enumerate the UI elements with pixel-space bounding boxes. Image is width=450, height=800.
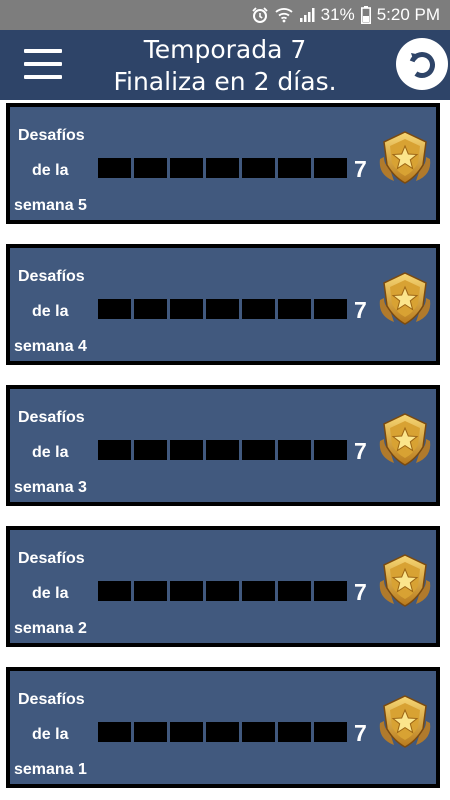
challenge-count: 7 <box>354 156 367 182</box>
progress-segment <box>314 581 347 601</box>
refresh-icon <box>409 52 435 78</box>
page-title: Temporada 7 Finaliza en 2 días. <box>90 34 360 98</box>
card-title-line1: Desafíos <box>18 691 85 708</box>
card-title-line2: de la <box>32 303 69 320</box>
progress-segment <box>134 581 167 601</box>
progress-segment <box>314 440 347 460</box>
progress-segment <box>98 440 131 460</box>
battle-star-badge-icon <box>376 693 434 751</box>
card-title-line2: de la <box>32 444 69 461</box>
progress-segment <box>134 722 167 742</box>
progress-segment <box>170 722 203 742</box>
card-title-line1: Desafíos <box>18 550 85 567</box>
card-title-line3: semana 2 <box>14 620 87 637</box>
progress-segment <box>242 299 275 319</box>
alarm-icon <box>251 6 269 24</box>
battle-star-badge-icon <box>376 411 434 469</box>
progress-segment <box>242 440 275 460</box>
battery-percent: 31% <box>320 5 355 24</box>
card-title-line1: Desafíos <box>18 127 85 144</box>
challenge-count: 7 <box>354 438 367 464</box>
progress-segment <box>206 722 239 742</box>
card-title-line2: de la <box>32 585 69 602</box>
progress-segment <box>98 299 131 319</box>
progress-segment <box>278 299 311 319</box>
progress-segment <box>242 158 275 178</box>
progress-segment <box>98 722 131 742</box>
progress-segment <box>134 299 167 319</box>
progress-bar <box>98 299 347 319</box>
progress-segment <box>314 299 347 319</box>
status-bar: 31% 5:20 PM <box>0 0 450 30</box>
progress-bar <box>98 158 347 178</box>
progress-segment <box>206 158 239 178</box>
challenge-count: 7 <box>354 720 367 746</box>
progress-segment <box>278 722 311 742</box>
progress-bar <box>98 581 347 601</box>
progress-segment <box>278 440 311 460</box>
season-remaining: Finaliza en 2 días. <box>113 67 337 96</box>
battle-star-badge-icon <box>376 552 434 610</box>
progress-segment <box>242 722 275 742</box>
battle-star-badge-icon <box>376 129 434 187</box>
card-title-line3: semana 5 <box>14 197 87 214</box>
progress-segment <box>278 158 311 178</box>
card-title-line1: Desafíos <box>18 409 85 426</box>
progress-bar <box>98 440 347 460</box>
signal-icon <box>299 7 315 23</box>
progress-segment <box>134 440 167 460</box>
progress-segment <box>206 440 239 460</box>
week-challenge-card[interactable]: Desafíos de la semana 2 7 <box>6 526 440 647</box>
card-title-line3: semana 4 <box>14 338 87 355</box>
battle-star-badge-icon <box>376 270 434 328</box>
progress-segment <box>134 158 167 178</box>
progress-segment <box>170 440 203 460</box>
progress-bar <box>98 722 347 742</box>
progress-segment <box>314 722 347 742</box>
progress-segment <box>206 581 239 601</box>
card-title-line2: de la <box>32 726 69 743</box>
week-challenge-card[interactable]: Desafíos de la semana 4 7 <box>6 244 440 365</box>
card-title-line1: Desafíos <box>18 268 85 285</box>
card-title-line3: semana 1 <box>14 761 87 778</box>
clock: 5:20 PM <box>376 5 440 24</box>
progress-segment <box>98 158 131 178</box>
week-challenge-card[interactable]: Desafíos de la semana 5 7 <box>6 103 440 224</box>
week-challenge-card[interactable]: Desafíos de la semana 1 7 <box>6 667 440 788</box>
card-title-line2: de la <box>32 162 69 179</box>
challenge-count: 7 <box>354 297 367 323</box>
progress-segment <box>170 581 203 601</box>
card-title-line3: semana 3 <box>14 479 87 496</box>
progress-segment <box>98 581 131 601</box>
progress-segment <box>206 299 239 319</box>
progress-segment <box>170 299 203 319</box>
refresh-button[interactable] <box>396 38 448 90</box>
season-title: Temporada 7 <box>143 35 307 64</box>
hamburger-menu-icon[interactable] <box>24 49 64 81</box>
app-header: Temporada 7 Finaliza en 2 días. <box>0 30 450 100</box>
progress-segment <box>314 158 347 178</box>
progress-segment <box>278 581 311 601</box>
progress-segment <box>242 581 275 601</box>
wifi-icon <box>275 7 293 23</box>
week-challenge-card[interactable]: Desafíos de la semana 3 7 <box>6 385 440 506</box>
challenge-count: 7 <box>354 579 367 605</box>
battery-icon <box>360 6 371 24</box>
progress-segment <box>170 158 203 178</box>
